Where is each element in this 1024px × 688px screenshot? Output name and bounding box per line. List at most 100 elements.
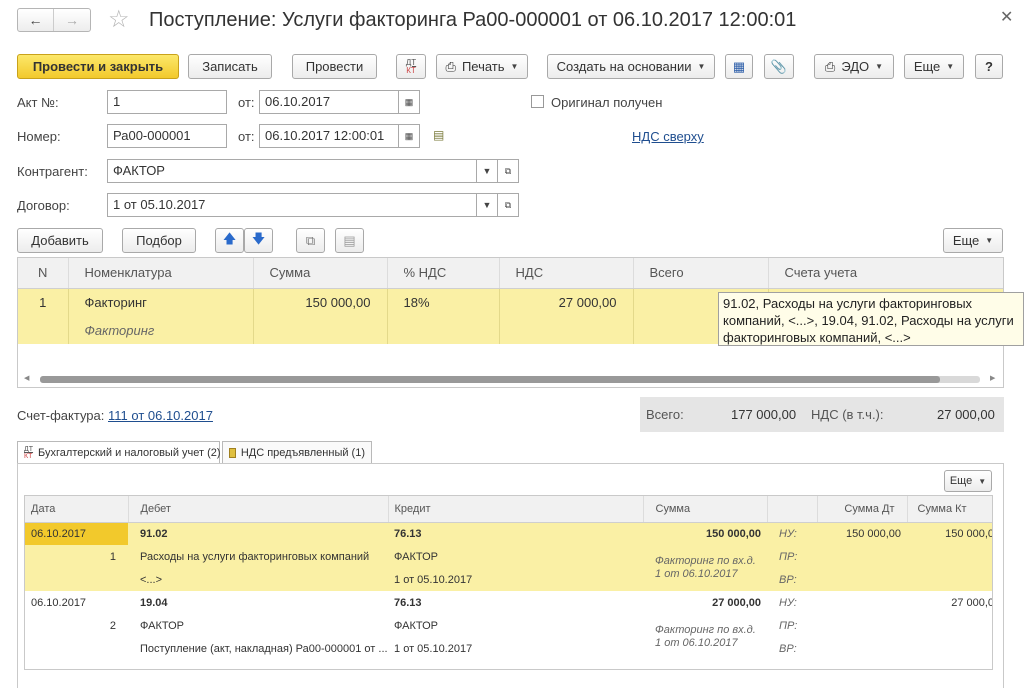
close-icon[interactable]: ✕ [1000, 7, 1013, 27]
entry-date: 06.10.2017 [25, 522, 128, 545]
create-based-on-button[interactable]: Создать на основании ▼ [547, 54, 715, 79]
entry-nu-label: НУ: [779, 596, 797, 609]
row-item[interactable]: Факторинг [68, 288, 254, 316]
move-down-button[interactable]: 🡇 [244, 228, 273, 253]
entry-sum[interactable]: 27 000,00 [643, 591, 767, 614]
ledger-row[interactable]: 06.10.2017 91.02 76.13 150 000,00 НУ: 15… [25, 522, 992, 545]
tab-vat-presented[interactable]: НДС предъявленный (1) [222, 441, 372, 463]
create-based-label: Создать на основании [556, 59, 692, 74]
more-button[interactable]: Еще ▼ [904, 54, 964, 79]
entry-debit-sub: ФАКТОР [140, 619, 184, 632]
move-up-button[interactable]: 🡅 [215, 228, 244, 253]
dtkt-report-button[interactable]: ДТ КТ [396, 54, 426, 79]
ledger-col-credit[interactable]: Кредит [388, 496, 644, 523]
ledger-col-sum-dt[interactable]: Сумма Дт [817, 496, 908, 523]
scrollbar-thumb[interactable] [40, 376, 940, 383]
col-nomenclature[interactable]: Номенклатура [68, 258, 254, 289]
entry-content: Факторинг по вх.д. 1 от 06.10.2017 [655, 624, 756, 649]
col-sum[interactable]: Сумма [253, 258, 388, 289]
tab-accounting[interactable]: ДТ КТ Бухгалтерский и налоговый учет (2) [17, 441, 221, 464]
pick-label: Подбор [136, 233, 182, 248]
calendar-icon[interactable]: ▦ [398, 124, 420, 148]
more-label: Еще [913, 59, 941, 74]
entry-sum-dt[interactable] [817, 591, 907, 614]
scroll-left-icon[interactable]: ◀ [24, 374, 29, 382]
entry-credit[interactable]: 76.13 [388, 591, 643, 614]
entry-sum[interactable]: 150 000,00 [643, 522, 767, 545]
row-vat[interactable]: 27 000,00 [499, 288, 634, 316]
entry-debit[interactable]: 91.02 [128, 522, 388, 545]
edo-button[interactable]: ⎙ ЭДО ▼ [814, 54, 894, 79]
accounts-tooltip: 91.02, Расходы на услуги факторинговых к… [718, 292, 1024, 346]
contract-field[interactable]: 1 от 05.10.2017 [107, 193, 477, 217]
ledger-row[interactable]: 06.10.2017 19.04 76.13 27 000,00 НУ: 27 … [25, 591, 992, 614]
scroll-right-icon[interactable]: ▶ [990, 374, 995, 382]
table-more-button[interactable]: Еще ▼ [943, 228, 1003, 253]
horizontal-scrollbar[interactable] [40, 376, 980, 383]
dropdown-arrow-icon[interactable]: ▼ [476, 193, 498, 217]
arrow-down-icon: 🡇 [251, 230, 266, 246]
edo-icon: ⎙ [824, 58, 836, 74]
number-date-field[interactable]: 06.10.2017 12:00:01 [259, 124, 399, 148]
save-label: Записать [202, 59, 258, 74]
ledger-row-sub: 2 ФАКТОР ФАКТОР Факторинг по вх.д. 1 от … [25, 614, 992, 650]
entry-sum-dt[interactable]: 150 000,00 [817, 522, 907, 545]
comment-icon[interactable]: ▤ [433, 128, 444, 142]
col-total[interactable]: Всего [633, 258, 769, 289]
add-row-button[interactable]: Добавить [17, 228, 103, 253]
act-number-label: Акт №: [17, 95, 59, 110]
dropdown-arrow-icon[interactable]: ▼ [476, 159, 498, 183]
print-button[interactable]: ⎙ Печать ▼ [436, 54, 528, 79]
paste-button[interactable]: ▤ [335, 228, 364, 253]
ledger-more-label: Еще [949, 475, 973, 487]
structure-button[interactable]: ▦ [725, 54, 753, 79]
entry-credit-sub2: 1 от 05.10.2017 [394, 642, 473, 655]
open-icon[interactable]: ⧉ [497, 159, 519, 183]
ledger-col-sum[interactable]: Сумма [643, 496, 768, 523]
dtkt-icon: ДТ КТ [24, 446, 34, 460]
tab-accounting-label: Бухгалтерский и налоговый учет (2) [38, 447, 221, 459]
col-n[interactable]: N [18, 258, 69, 289]
attach-button[interactable]: 📎 [764, 54, 794, 79]
act-number-field[interactable]: 1 [107, 90, 227, 114]
row-vat-rate[interactable]: 18% [387, 288, 500, 316]
number-field[interactable]: Ра00-000001 [107, 124, 227, 148]
chevron-down-icon: ▼ [985, 236, 994, 245]
post-and-close-button[interactable]: Провести и закрыть [17, 54, 179, 79]
forward-arrow-icon[interactable]: → [54, 9, 90, 31]
row-n: 1 [18, 288, 69, 316]
ledger-row-sub: Поступление (акт, накладная) Ра00-000001… [25, 637, 992, 660]
entry-n: 1 [109, 550, 116, 563]
back-arrow-icon[interactable]: ← [18, 9, 54, 31]
ledger-col-sum-kt[interactable]: Сумма Кт [907, 496, 992, 523]
copy-icon: ⧉ [305, 232, 316, 248]
favorite-star-icon[interactable]: ☆ [108, 5, 130, 34]
pick-button[interactable]: Подбор [122, 228, 196, 253]
row-sum[interactable]: 150 000,00 [253, 288, 388, 316]
total-label: Всего: [646, 407, 684, 422]
entry-debit[interactable]: 19.04 [128, 591, 388, 614]
original-received-checkbox[interactable] [531, 95, 544, 108]
ledger-col-date[interactable]: Дата [25, 496, 129, 523]
edo-label: ЭДО [841, 59, 870, 74]
ledger-col-debit[interactable]: Дебет [128, 496, 389, 523]
save-button[interactable]: Записать [188, 54, 272, 79]
help-button[interactable]: ? [975, 54, 1003, 79]
entry-credit[interactable]: 76.13 [388, 522, 643, 545]
col-vat-rate[interactable]: % НДС [387, 258, 500, 289]
calendar-icon[interactable]: ▦ [398, 90, 420, 114]
entry-sum-kt[interactable]: 150 000,0 [907, 522, 992, 545]
ledger-more-button[interactable]: Еще ▼ [944, 470, 992, 492]
invoice-link[interactable]: 111 от 06.10.2017 [108, 408, 213, 423]
window-title: Поступление: Услуги факторинга Ра00-0000… [149, 9, 797, 31]
counterparty-field[interactable]: ФАКТОР [107, 159, 477, 183]
copy-button[interactable]: ⧉ [296, 228, 325, 253]
act-date-field[interactable]: 06.10.2017 [259, 90, 399, 114]
entry-sum-kt[interactable]: 27 000,0 [907, 591, 992, 614]
post-button[interactable]: Провести [292, 54, 377, 79]
entry-credit-sub: ФАКТОР [394, 550, 438, 563]
open-icon[interactable]: ⧉ [497, 193, 519, 217]
col-accounts[interactable]: Счета учета [768, 258, 1003, 289]
col-vat[interactable]: НДС [499, 258, 634, 289]
vat-on-top-link[interactable]: НДС сверху [632, 129, 704, 144]
